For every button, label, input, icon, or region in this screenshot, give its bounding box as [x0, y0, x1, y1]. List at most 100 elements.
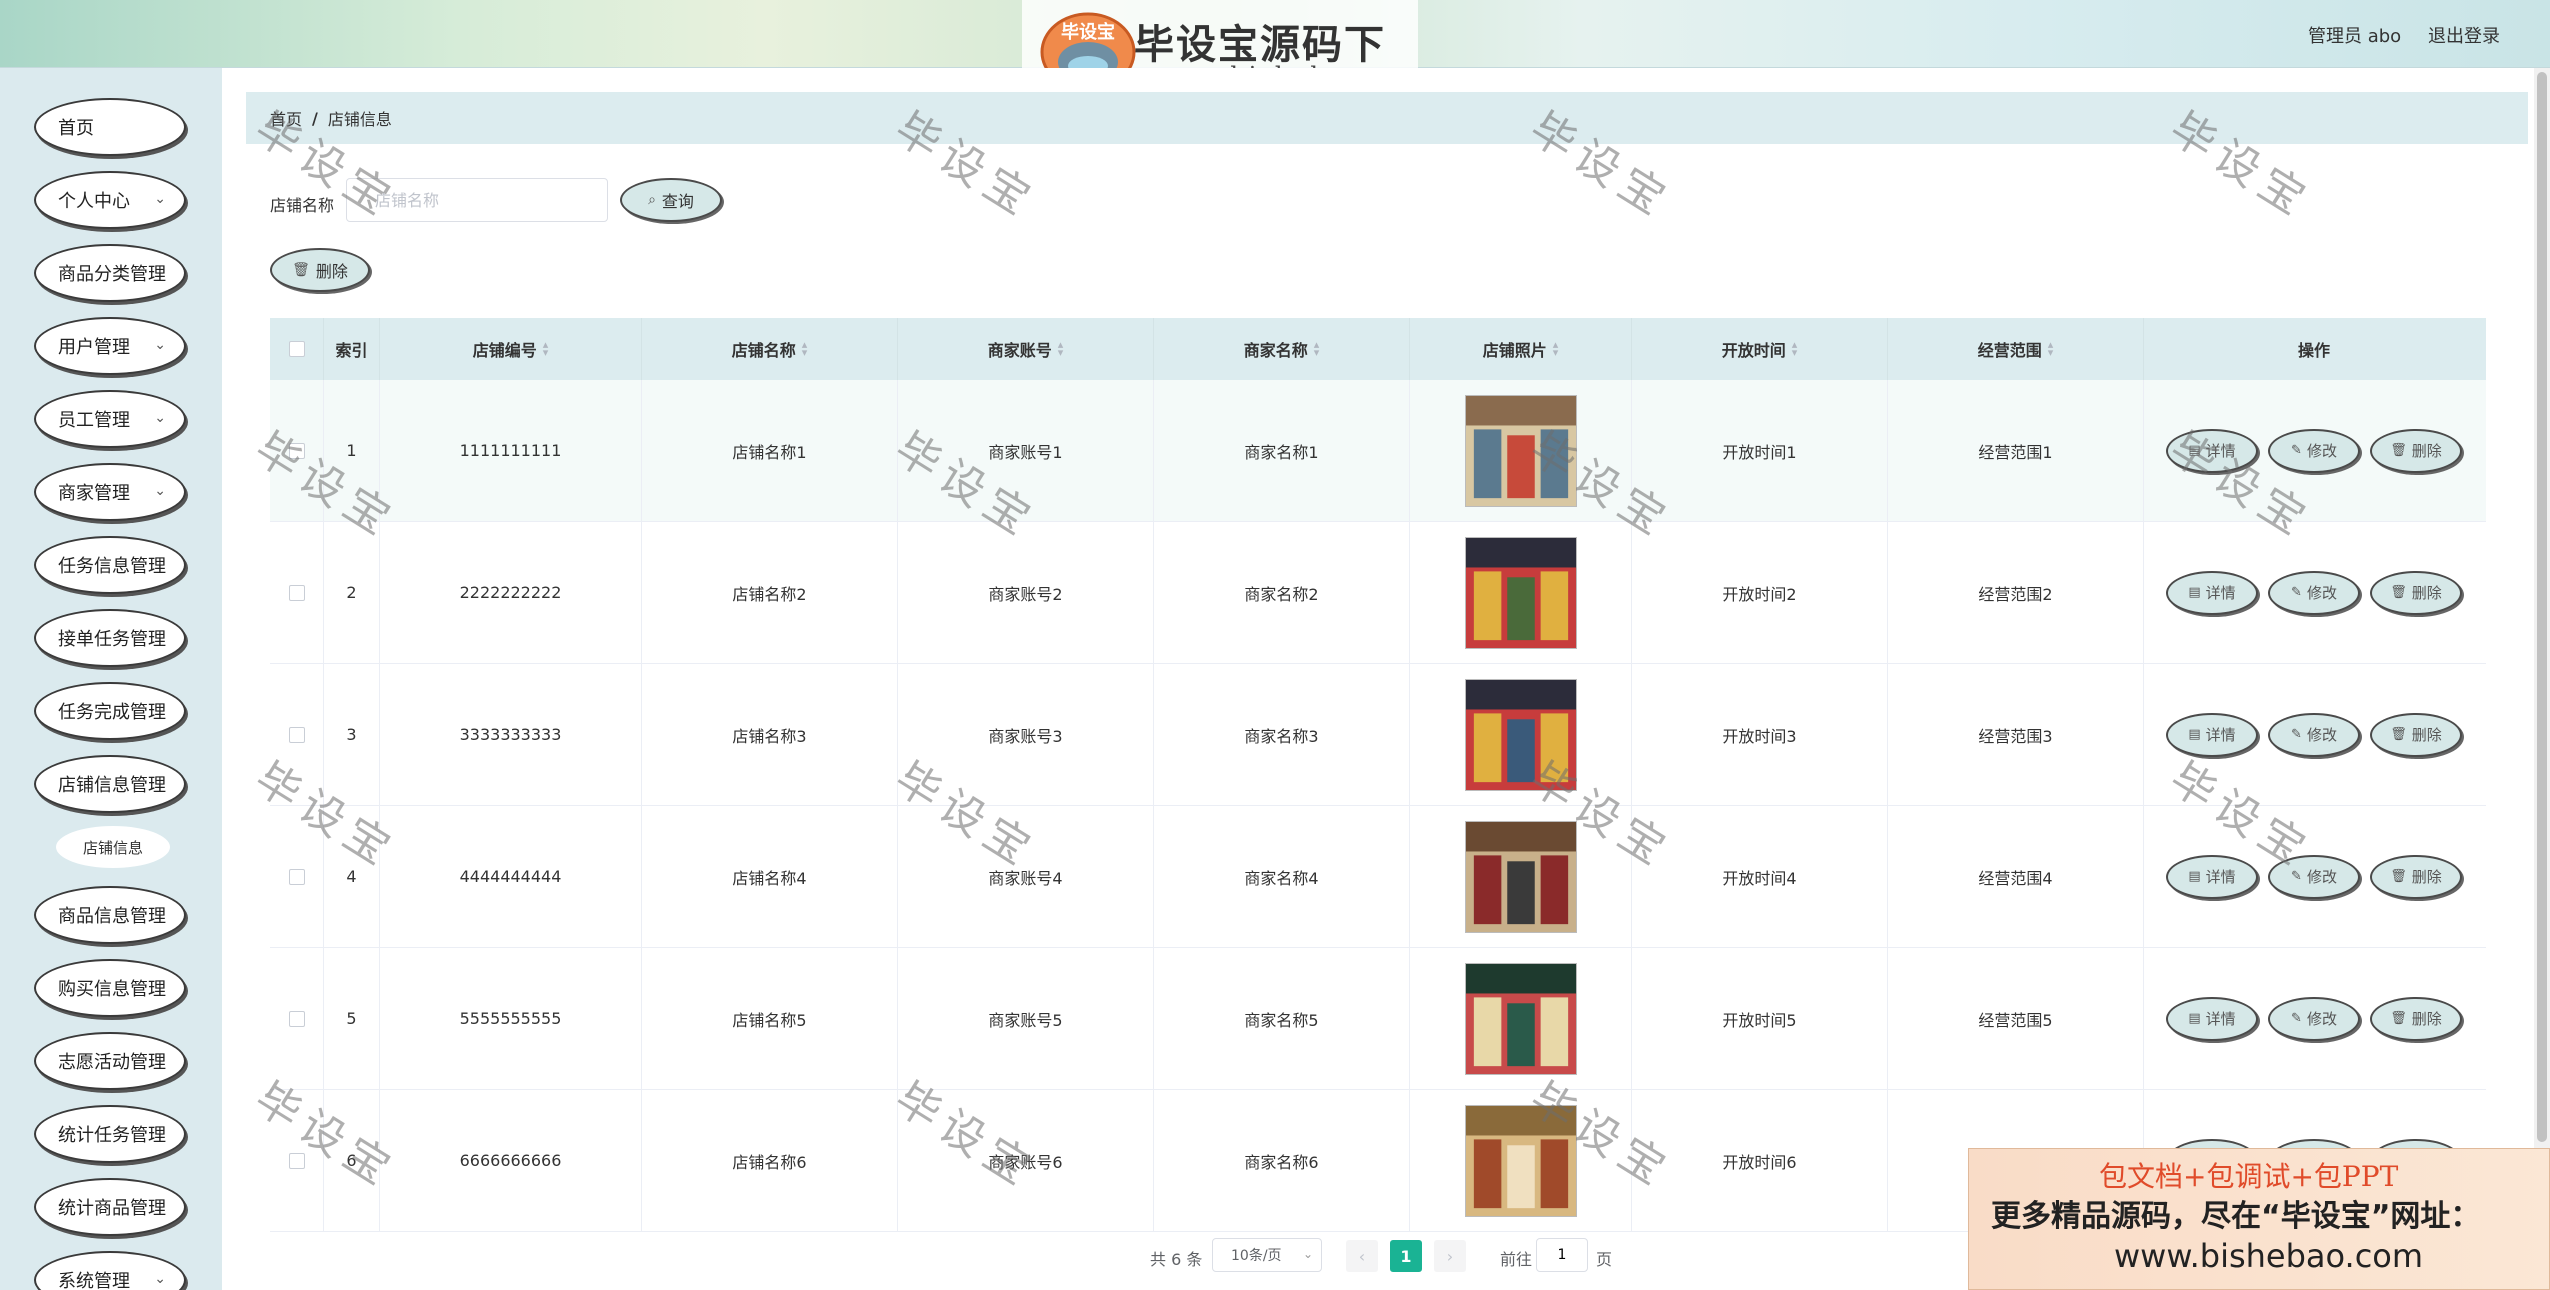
edit-button[interactable]: ✎修改: [2268, 712, 2360, 757]
detail-button[interactable]: ▤详情: [2166, 996, 2258, 1041]
chevron-down-icon: ⌄: [154, 191, 166, 207]
sidebar-item-staff[interactable]: 员工管理 ⌄: [34, 390, 186, 448]
header-shop-name[interactable]: 店铺名称 ▴ ▾: [642, 318, 898, 380]
sidebar-item-personal-center[interactable]: 个人中心 ⌄: [34, 171, 186, 229]
cell-index: 5: [346, 1009, 357, 1028]
edit-icon: ✎: [2291, 443, 2302, 458]
sidebar-item-products[interactable]: 商品信息管理: [34, 886, 186, 944]
sidebar-subitem-shop-info[interactable]: 店铺信息: [56, 826, 170, 868]
sidebar-item-task-completion[interactable]: 任务完成管理: [34, 682, 186, 740]
cell-open-time: 开放时间1: [1722, 442, 1797, 462]
header-scope[interactable]: 经营范围 ▴ ▾: [1888, 318, 2144, 380]
table-cell: 商家名称2: [1154, 522, 1410, 663]
next-page-button[interactable]: ›: [1434, 1240, 1466, 1272]
detail-button[interactable]: ▤详情: [2166, 428, 2258, 473]
detail-button[interactable]: ▤详情: [2166, 570, 2258, 615]
sidebar-item-label: 商家管理: [58, 483, 130, 504]
shop-photo-image[interactable]: [1464, 962, 1577, 1075]
sidebar-item-tasks[interactable]: 任务信息管理: [34, 536, 186, 594]
shop-photo-image[interactable]: [1464, 394, 1577, 507]
table-cell: 开放时间5: [1632, 948, 1888, 1089]
table-cell: 商家名称4: [1154, 806, 1410, 947]
row-checkbox[interactable]: [288, 442, 305, 459]
search-button-label: 查询: [661, 192, 694, 211]
table-cell: 商家名称3: [1154, 664, 1410, 805]
sidebar-item-shop-management[interactable]: 店铺信息管理: [34, 755, 186, 813]
prev-page-button[interactable]: ‹: [1346, 1240, 1378, 1272]
sidebar-item-system[interactable]: 系统管理 ⌄: [34, 1251, 186, 1290]
delete-button[interactable]: 🗑删除: [2370, 996, 2462, 1041]
cell-shop-no: 2222222222: [459, 583, 562, 602]
breadcrumb-separator: /: [312, 108, 318, 128]
cell-merchant-account: 商家账号5: [988, 1010, 1063, 1030]
edit-button[interactable]: ✎修改: [2268, 570, 2360, 615]
sidebar-item-label: 系统管理: [58, 1271, 130, 1290]
scrollbar-thumb[interactable]: [2537, 72, 2547, 1142]
sidebar-item-label: 统计商品管理: [58, 1198, 166, 1219]
delete-button[interactable]: 🗑删除: [2370, 854, 2462, 899]
chevron-left-icon: ‹: [1358, 1246, 1366, 1266]
header-open-time[interactable]: 开放时间 ▴ ▾: [1632, 318, 1888, 380]
table-header: 索引 店铺编号 ▴ ▾ 店铺名称 ▴ ▾ 商家账号 ▴ ▾ 商家名称 ▴ ▾ 店铺照片 ▴ ▾ 开放…: [270, 318, 2486, 380]
table-cell: 5: [324, 948, 380, 1089]
header-shop-no[interactable]: 店铺编号 ▴ ▾: [380, 318, 642, 380]
search-icon: ⌕: [648, 192, 656, 208]
detail-button[interactable]: ▤详情: [2166, 854, 2258, 899]
shop-photo-image[interactable]: [1464, 536, 1577, 649]
delete-button[interactable]: 🗑删除: [2370, 570, 2462, 615]
row-checkbox[interactable]: [288, 1152, 305, 1169]
breadcrumb-home-link[interactable]: 首页: [270, 106, 302, 130]
ad-line-2: 更多精品源码，尽在“毕设宝”网址：: [1991, 1199, 2481, 1234]
sidebar-item-users[interactable]: 用户管理 ⌄: [34, 317, 186, 375]
detail-button[interactable]: ▤详情: [2166, 712, 2258, 757]
table-cell: 经营范围3: [1888, 664, 2144, 805]
chevron-down-icon: ⌄: [154, 337, 166, 353]
header-merchant-account[interactable]: 商家账号 ▴ ▾: [898, 318, 1154, 380]
row-checkbox[interactable]: [288, 584, 305, 601]
bulk-delete-button[interactable]: 🗑 删除: [270, 248, 370, 292]
ad-banner[interactable]: 包文档+包调试+包PPT 更多精品源码，尽在“毕设宝”网址： www.bishe…: [1968, 1148, 2550, 1290]
scrollbar[interactable]: [2534, 68, 2550, 1148]
document-icon: ▤: [2188, 585, 2201, 600]
page-number-current[interactable]: 1: [1390, 1240, 1422, 1272]
edit-button[interactable]: ✎修改: [2268, 854, 2360, 899]
table-cell: ▤详情✎修改🗑删除: [2144, 522, 2484, 663]
sidebar-item-product-stats[interactable]: 统计商品管理: [34, 1178, 186, 1236]
goto-page-input[interactable]: [1536, 1238, 1588, 1272]
edit-button[interactable]: ✎修改: [2268, 428, 2360, 473]
shop-name-search-input[interactable]: [346, 178, 608, 222]
sidebar-item-task-stats[interactable]: 统计任务管理: [34, 1105, 186, 1163]
sidebar-item-purchases[interactable]: 购买信息管理: [34, 959, 186, 1017]
sort-icon: ▴ ▾: [801, 338, 808, 359]
page-size-select[interactable]: 10条/页 ⌄: [1212, 1238, 1322, 1272]
header-merchant-name[interactable]: 商家名称 ▴ ▾: [1154, 318, 1410, 380]
sidebar-item-accepted-tasks[interactable]: 接单任务管理: [34, 609, 186, 667]
ad-line-1: 包文档+包调试+包PPT: [2099, 1160, 2399, 1193]
shop-photo-image[interactable]: [1464, 678, 1577, 791]
sidebar-item-category[interactable]: 商品分类管理: [34, 244, 186, 302]
search-button[interactable]: ⌕ 查询: [620, 178, 722, 222]
sidebar-item-label: 用户管理: [58, 337, 130, 358]
logout-link[interactable]: 退出登录: [2428, 22, 2500, 48]
row-checkbox[interactable]: [288, 1010, 305, 1027]
edit-button[interactable]: ✎修改: [2268, 996, 2360, 1041]
header-index: 索引: [324, 318, 380, 380]
cell-open-time: 开放时间4: [1722, 868, 1797, 888]
table-cell: 商家账号1: [898, 380, 1154, 521]
sidebar-item-merchants[interactable]: 商家管理 ⌄: [34, 463, 186, 521]
delete-button[interactable]: 🗑删除: [2370, 428, 2462, 473]
header-shop-photo[interactable]: 店铺照片 ▴ ▾: [1410, 318, 1632, 380]
chevron-down-icon: ⌄: [154, 410, 166, 426]
table-row: 4 4444444444 店铺名称4 商家账号4 商家名称4 开放时间4 经营范围4 ▤ 详情 ✎…: [270, 806, 2486, 948]
select-all-checkbox[interactable]: [288, 341, 305, 357]
delete-button[interactable]: 🗑删除: [2370, 712, 2462, 757]
sidebar-item-volunteer[interactable]: 志愿活动管理: [34, 1032, 186, 1090]
sidebar-item-home[interactable]: 首页: [34, 98, 186, 156]
table-cell: 店铺名称1: [642, 380, 898, 521]
shop-photo-image[interactable]: [1464, 820, 1577, 933]
shop-photo-image[interactable]: [1464, 1104, 1577, 1217]
row-checkbox[interactable]: [288, 868, 305, 885]
row-checkbox[interactable]: [288, 726, 305, 743]
table-cell: 开放时间6: [1632, 1090, 1888, 1231]
chevron-down-icon: ⌄: [154, 1271, 166, 1287]
